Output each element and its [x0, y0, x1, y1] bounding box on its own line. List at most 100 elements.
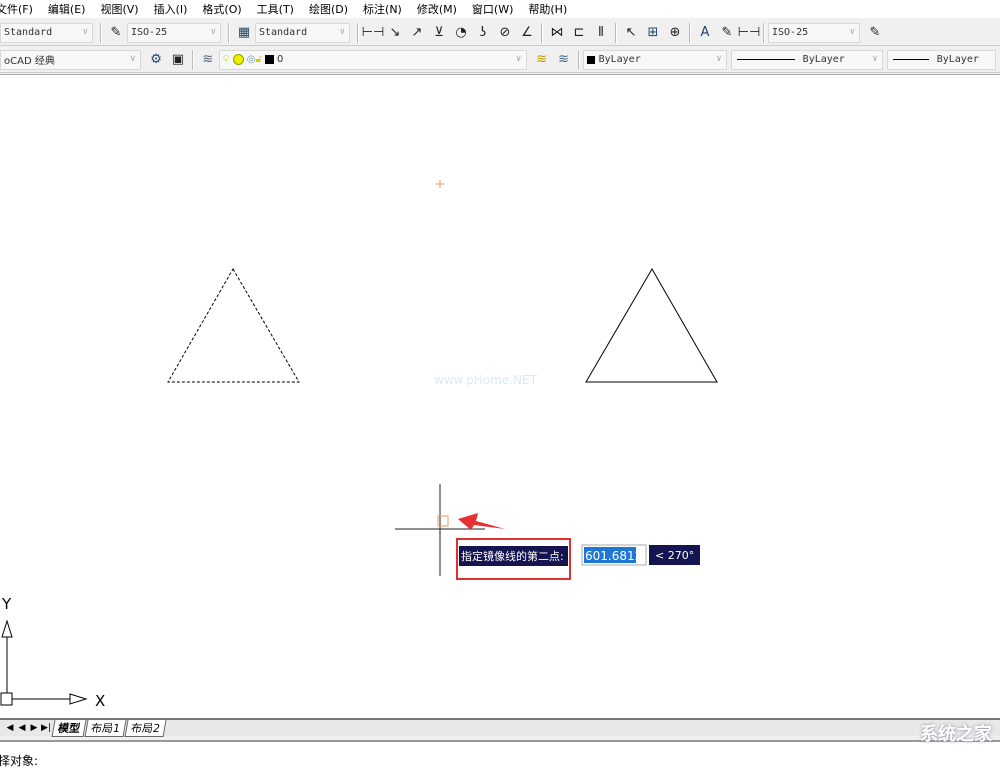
linetype-select[interactable]: ByLayer ∨ — [730, 49, 883, 70]
red-arrow-icon — [458, 513, 505, 530]
baseline-dim-icon[interactable]: ⊏ — [570, 24, 588, 42]
angle-value: < 270° — [655, 549, 694, 562]
menu-dimension[interactable]: 标注(N) — [363, 1, 402, 17]
table-style-icon[interactable]: ▦ — [235, 24, 253, 42]
color-swatch — [265, 55, 274, 64]
separator — [615, 22, 617, 43]
separator — [689, 22, 691, 43]
snap-origin-marker — [436, 180, 444, 188]
lineweight-value: ByLayer — [936, 54, 979, 65]
next-tab-button[interactable]: ▶ — [28, 723, 40, 733]
chevron-down-icon: ∨ — [210, 26, 216, 37]
mirrored-triangle[interactable] — [585, 268, 718, 383]
text-style-select[interactable]: Standard ∨ — [0, 22, 93, 43]
first-tab-button[interactable]: ◀ — [4, 723, 16, 733]
angular-dim-icon[interactable]: ∠ — [518, 24, 536, 42]
ordinate-dim-icon[interactable]: ⊻ — [430, 24, 448, 42]
linear-dim-icon[interactable]: ⊢⊣ — [362, 24, 385, 42]
drawing-canvas[interactable]: www.pHome.NET 指定镜像线的第二点: 601.6812 < 270°… — [0, 74, 1000, 718]
tab-layout1[interactable]: 布局1 — [84, 719, 127, 737]
menu-help[interactable]: 帮助(H) — [528, 1, 567, 17]
chevron-down-icon: ∨ — [129, 53, 137, 64]
workspace-settings-icon[interactable]: ⚙ — [147, 51, 165, 69]
aligned-dim-icon[interactable]: ↘ — [386, 24, 404, 42]
table-style-select[interactable]: Standard ∨ — [255, 22, 350, 43]
tab-layout2[interactable]: 布局2 — [124, 719, 167, 737]
selected-triangle[interactable] — [167, 268, 300, 383]
menu-draw[interactable]: 绘图(D) — [309, 1, 348, 17]
lock-icon[interactable]: 🔓︎ — [256, 54, 262, 65]
chevron-down-icon: ∨ — [716, 53, 722, 64]
menu-modify[interactable]: 修改(M) — [417, 1, 457, 17]
menu-format[interactable]: 格式(O) — [202, 1, 241, 17]
dim-style-select[interactable]: ISO-25 ∨ — [127, 22, 221, 43]
separator — [357, 22, 359, 43]
prev-tab-button[interactable]: ◀ — [16, 723, 28, 733]
leader-icon[interactable]: ↖ — [622, 24, 640, 42]
line-sample — [892, 59, 929, 60]
site-logo: 系统之家 — [920, 724, 992, 745]
arc-length-icon[interactable]: ↗ — [408, 24, 426, 42]
command-text: 择对象: — [0, 754, 39, 768]
menu-file[interactable]: 文件(F) — [0, 1, 33, 17]
prompt-label: 指定镜像线的第二点: — [461, 549, 564, 563]
layer-name: 0 — [277, 54, 284, 65]
make-current-layer-icon[interactable]: ≋ — [533, 51, 551, 69]
workspace-value: oCAD 经典 — [4, 56, 55, 67]
menu-view[interactable]: 视图(V) — [100, 1, 138, 17]
sun-icon[interactable] — [232, 54, 244, 65]
lightbulb-icon[interactable]: 💡︎ — [223, 54, 230, 65]
dim-text-edit-icon[interactable]: ✎ — [718, 24, 736, 42]
separator — [100, 22, 102, 43]
command-line[interactable]: 择对象: 系统之家 — [0, 724, 1000, 772]
layers-toolbar: oCAD 经典 ∨ ⚙ ▣ ≋ 💡︎ ◎ 🔓︎ 0 ∨ ≋ ≋ ByLayer ∨ … — [0, 47, 1000, 73]
ucs-y-label: Y — [1, 595, 12, 613]
dim-edit-icon[interactable]: A — [696, 24, 714, 42]
layout-tabs: ◀ ◀ ▶ ▶| 模型 布局1 布局2 — [0, 718, 1000, 737]
dim-update-icon[interactable]: ⊢⊣ — [738, 24, 761, 42]
text-style-value: Standard — [4, 27, 53, 38]
ucs-x-label: X — [95, 692, 105, 710]
last-tab-button[interactable]: ▶| — [40, 723, 52, 733]
dim-style-icon[interactable]: ✎ — [107, 24, 125, 42]
layer-select[interactable]: 💡︎ ◎ 🔓︎ 0 ∨ — [218, 49, 527, 70]
table-style-value: Standard — [259, 27, 308, 38]
chevron-down-icon: ∨ — [872, 53, 878, 64]
freeze-icon[interactable]: ◎ — [247, 54, 256, 65]
chevron-down-icon: ∨ — [339, 26, 345, 37]
workspace-select[interactable]: oCAD 经典 ∨ — [0, 49, 142, 70]
distance-value: 601.6812 — [585, 549, 642, 563]
chevron-down-icon: ∨ — [849, 26, 855, 37]
ucs-icon: Y X — [0, 595, 105, 710]
color-select[interactable]: ByLayer ∨ — [582, 49, 727, 70]
separator — [541, 22, 543, 43]
linetype-value: ByLayer — [802, 54, 845, 65]
menu-insert[interactable]: 插入(I) — [154, 1, 188, 17]
chevron-down-icon: ∨ — [82, 26, 88, 37]
menu-window[interactable]: 窗口(W) — [472, 1, 513, 17]
menu-edit[interactable]: 编辑(E) — [48, 1, 86, 17]
continue-dim-icon[interactable]: ⫴ — [592, 24, 610, 42]
center-mark-icon[interactable]: ⊕ — [666, 24, 684, 42]
diameter-dim-icon[interactable]: ⊘ — [496, 24, 514, 42]
dim-style-value: ISO-25 — [131, 27, 168, 38]
save-workspace-icon[interactable]: ▣ — [169, 51, 187, 69]
layer-previous-icon[interactable]: ≋ — [555, 51, 573, 69]
separator — [191, 49, 194, 70]
radius-dim-icon[interactable]: ◔ — [452, 24, 470, 42]
quick-dim-icon[interactable]: ⋈ — [548, 24, 566, 42]
lineweight-select[interactable]: ByLayer — [886, 49, 997, 70]
tab-model[interactable]: 模型 — [51, 719, 87, 737]
chevron-down-icon: ∨ — [515, 53, 522, 64]
line-sample — [736, 59, 795, 60]
menu-tools[interactable]: 工具(T) — [257, 1, 294, 17]
watermark: www.pHome.NET — [434, 373, 538, 387]
jogged-dim-icon[interactable]: ʖ — [474, 24, 492, 42]
layer-properties-icon[interactable]: ≋ — [199, 51, 217, 69]
dim-style-value-2: ISO-25 — [772, 27, 809, 38]
dim-style-select-2[interactable]: ISO-25 ∨ — [768, 22, 860, 43]
tolerance-icon[interactable]: ⊞ — [644, 24, 662, 42]
dim-style-manager-icon[interactable]: ✎ — [866, 24, 884, 42]
separator — [763, 22, 765, 43]
color-value: ByLayer — [598, 54, 641, 65]
